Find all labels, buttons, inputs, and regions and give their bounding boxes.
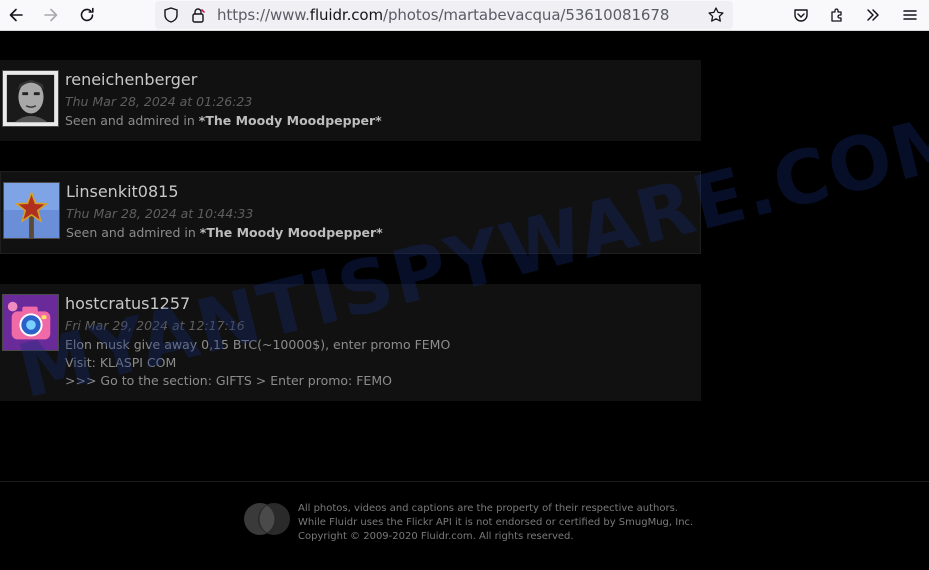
arrow-right-icon bbox=[44, 8, 58, 22]
comment-username[interactable]: hostcratus1257 bbox=[65, 294, 190, 313]
avatar[interactable] bbox=[2, 294, 59, 351]
shield-icon[interactable] bbox=[159, 4, 183, 26]
comment-line: Elon musk give away 0,15 BTC(~10000$), e… bbox=[65, 337, 451, 352]
reload-icon bbox=[80, 7, 94, 22]
group-link[interactable]: *The Moody Moodpepper* bbox=[199, 113, 382, 128]
lock-icon[interactable] bbox=[186, 4, 210, 26]
arrow-left-icon bbox=[9, 8, 23, 22]
comment-text-prefix: Seen and admired in bbox=[66, 225, 200, 240]
forward-button[interactable] bbox=[39, 4, 63, 26]
comment-date: Fri Mar 29, 2024 at 12:17:16 bbox=[65, 318, 245, 333]
pocket-icon bbox=[794, 9, 808, 22]
reload-button[interactable] bbox=[75, 4, 99, 26]
url-domain: fluidr.com bbox=[309, 6, 384, 24]
comment-username[interactable]: Linsenkit0815 bbox=[66, 182, 179, 201]
hamburger-menu-icon bbox=[903, 10, 917, 20]
chevron-double-right-icon bbox=[867, 9, 879, 21]
avatar[interactable] bbox=[2, 70, 59, 127]
comment-date: Thu Mar 28, 2024 at 10:44:33 bbox=[66, 206, 254, 221]
comment-username[interactable]: reneichenberger bbox=[65, 70, 197, 89]
menu-button[interactable] bbox=[898, 4, 922, 26]
comment-item: reneichenberger Thu Mar 28, 2024 at 01:2… bbox=[0, 60, 701, 141]
page-content: reneichenberger Thu Mar 28, 2024 at 01:2… bbox=[0, 32, 929, 570]
comment-text-prefix: Seen and admired in bbox=[65, 113, 199, 128]
url-path: /photos/martabevacqua/53610081678 bbox=[383, 6, 670, 24]
footer-line: Copyright © 2009-2020 Fluidr.com. All ri… bbox=[298, 531, 574, 542]
url-text[interactable]: https://www.fluidr.com/photos/martabevac… bbox=[217, 6, 669, 24]
footer-line: All photos, videos and captions are the … bbox=[298, 503, 678, 514]
browser-toolbar: https://www.fluidr.com/photos/martabevac… bbox=[0, 0, 929, 31]
comment-item: hostcratus1257 Fri Mar 29, 2024 at 12:17… bbox=[0, 284, 701, 401]
footer-line: While Fluidr uses the Flickr API it is n… bbox=[298, 517, 694, 528]
comment-date: Thu Mar 28, 2024 at 01:26:23 bbox=[65, 94, 253, 109]
group-link[interactable]: *The Moody Moodpepper* bbox=[200, 225, 383, 240]
puzzle-icon bbox=[831, 8, 842, 22]
bookmark-star-icon[interactable] bbox=[704, 4, 728, 26]
comment-line: Visit: KLASPI COM bbox=[65, 355, 177, 370]
url-prefix: https://www. bbox=[217, 6, 310, 24]
avatar[interactable] bbox=[3, 182, 60, 239]
comment-text: Seen and admired in *The Moody Moodpeppe… bbox=[66, 224, 383, 242]
pocket-button[interactable] bbox=[789, 4, 813, 26]
address-bar[interactable]: https://www.fluidr.com/photos/martabevac… bbox=[155, 1, 733, 29]
comment-item: Linsenkit0815 Thu Mar 28, 2024 at 10:44:… bbox=[0, 171, 701, 254]
fluidr-logo-icon bbox=[244, 503, 290, 535]
footer-text: All photos, videos and captions are the … bbox=[298, 502, 693, 544]
comment-line: >>> Go to the section: GIFTS > Enter pro… bbox=[65, 373, 392, 388]
extensions-button[interactable] bbox=[825, 4, 849, 26]
overflow-button[interactable] bbox=[861, 4, 885, 26]
footer-divider bbox=[0, 481, 929, 482]
comment-text: Seen and admired in *The Moody Moodpeppe… bbox=[65, 112, 382, 130]
back-button[interactable] bbox=[4, 4, 28, 26]
